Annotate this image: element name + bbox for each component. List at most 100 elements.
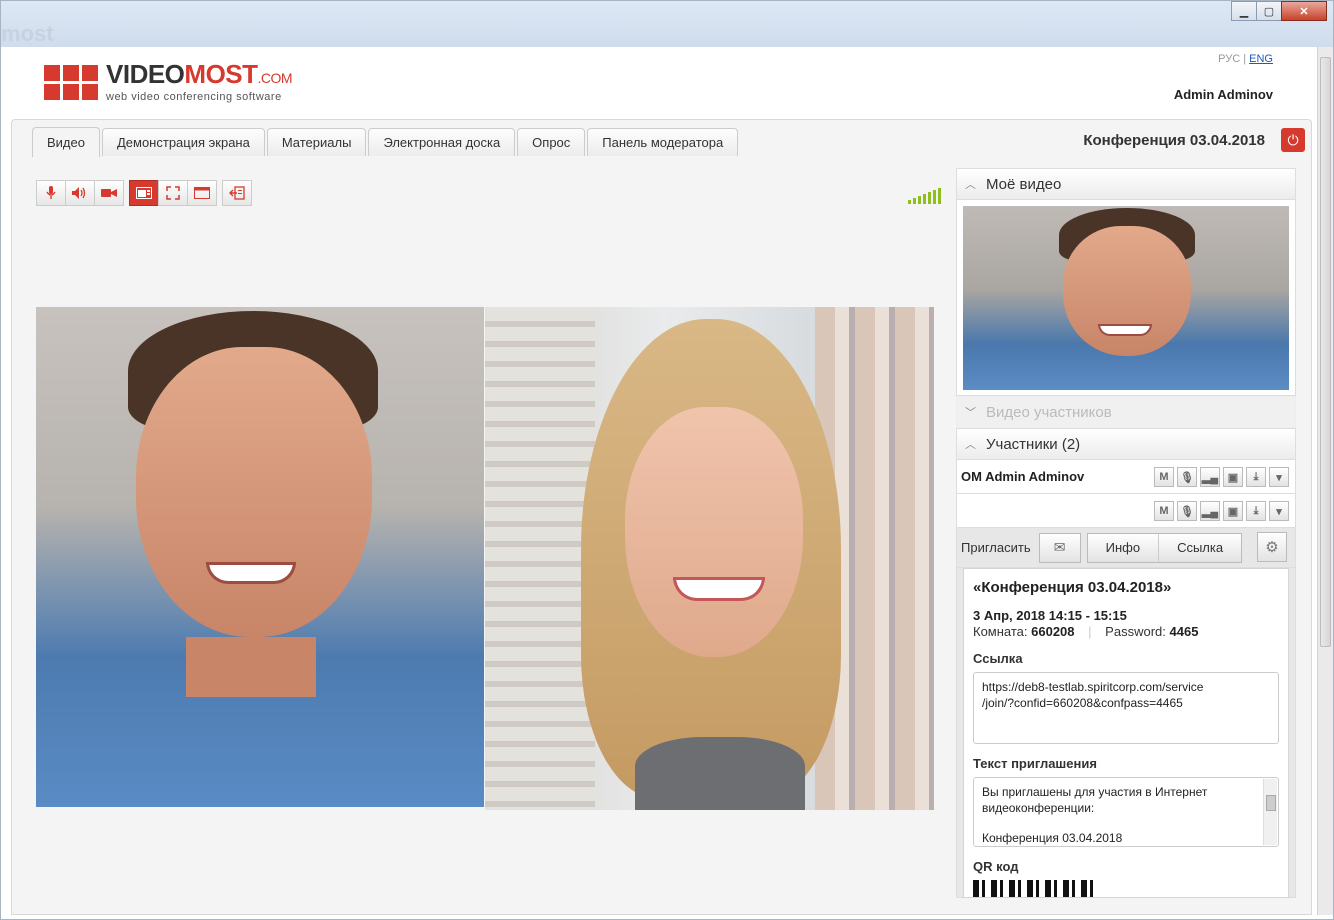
download-icon: ⤓ [1253,470,1259,483]
moderator-badge-button[interactable]: M [1154,467,1174,487]
participant-menu-button[interactable]: ▾ [1269,467,1289,487]
power-icon: ⏻ [1287,131,1299,148]
participants-title: Участники (2) [986,435,1081,453]
participant-name: OM Admin Adminov [961,469,1085,484]
invite-label: Пригласить [961,540,1031,555]
title-bar: most ▁ ▢ ✕ [1,1,1333,47]
room-label: Комната: [973,624,1028,639]
conference-info-panel: «Конференция 03.04.2018» 3 Апр, 2018 14:… [956,568,1296,898]
chevron-up-icon: ︿ [965,179,976,191]
fullscreen-button[interactable] [158,180,188,206]
info-conference-title: «Конференция 03.04.2018» [973,579,1172,596]
info-date: 3 Апр, 2018 14:15 - 15:15 [973,608,1127,623]
tab-materials[interactable]: Материалы [266,128,367,156]
participant-row[interactable]: M 🎙 ▂▄ ▣ ⤓ ▾ [956,494,1296,528]
main-tabs: Видео Демонстрация экрана Материалы Элек… [32,127,740,157]
window-title-ghost: most [1,21,54,46]
camera-button[interactable] [94,180,124,206]
close-window-button[interactable]: ✕ [1281,1,1327,21]
participant-signal-icon: ▂▄ [1200,467,1220,487]
caret-down-icon: ▾ [1276,471,1282,484]
media-toolbar [36,180,252,206]
signal-strength-icon [908,188,941,204]
language-switcher: РУС | ENG [1218,53,1273,65]
info-tab[interactable]: Инфо [1087,533,1159,562]
video-icon: ▣ [1227,505,1239,518]
invite-text-line: видеоконференции: [982,801,1095,815]
microphone-button[interactable] [36,180,66,206]
chevron-down-icon: ﹀ [965,407,976,419]
link-textarea[interactable]: https://deb8-testlab.spiritcorp.com/serv… [973,672,1279,744]
link-line: /join/?confid=660208&confpass=4465 [982,696,1183,710]
my-video-panel [956,200,1296,396]
layout-sidebar-button[interactable] [129,180,159,206]
participant-video-tile[interactable] [485,307,934,810]
invite-text-textarea[interactable]: Вы приглашены для участия в Интернет вид… [973,777,1279,847]
my-video-title: Моё видео [986,175,1062,193]
password-value: 4465 [1169,624,1199,639]
invite-settings-button[interactable]: ⚙ [1257,532,1287,562]
fullscreen-icon [166,186,180,200]
maximize-button[interactable]: ▢ [1256,1,1282,21]
participants-panel-header[interactable]: ︿ Участники (2) [956,428,1296,460]
tab-whiteboard[interactable]: Электронная доска [368,128,516,156]
video-grid [36,307,934,811]
participant-video-button[interactable]: ▣ [1223,467,1243,487]
participants-video-title: Видео участников [986,403,1112,421]
site-header: VIDEOMOST.COM web video conferencing sof… [11,47,1323,117]
invite-email-button[interactable]: ✉ [1038,532,1081,563]
conference-app: Видео Демонстрация экрана Материалы Элек… [11,119,1312,915]
leave-conference-button[interactable]: ⏻ [1281,128,1305,152]
video-icon: ▣ [1227,471,1239,484]
participant-signal-icon: ▂▄ [1200,501,1220,521]
tab-poll[interactable]: Опрос [517,128,586,156]
exit-conference-button[interactable] [222,180,252,206]
info-room-row: Комната: 660208 | Password: 4465 [973,624,1199,639]
conference-title: Конференция 03.04.2018 [1083,132,1265,149]
participant-download-button[interactable]: ⤓ [1246,501,1266,521]
invite-mode-toggle: Инфо Ссылка [1086,532,1243,563]
participant-mic-button[interactable]: 🎙 [1177,467,1197,487]
moderator-badge-button[interactable]: M [1154,501,1174,521]
right-sidebar: ︿ Моё видео ﹀ Видео участников ︿ Участни… [956,168,1296,916]
participant-video-button[interactable]: ▣ [1223,501,1243,521]
tab-moderator-panel[interactable]: Панель модератора [587,128,739,156]
link-line: https://deb8-testlab.spiritcorp.com/serv… [982,680,1204,694]
page-scrollbar[interactable] [1317,47,1333,915]
lang-separator: | [1243,53,1247,65]
microphone-icon [46,186,56,199]
app-window: most ▁ ▢ ✕ VIDEOMOST.COM web video confe… [0,0,1334,920]
chevron-up-icon: ︿ [965,439,976,451]
speaker-icon [72,187,86,199]
camera-icon [101,189,117,197]
self-video-preview[interactable] [963,206,1289,390]
participant-menu-button[interactable]: ▾ [1269,501,1289,521]
link-tab[interactable]: Ссылка [1158,533,1242,562]
layout-sidebar-icon [136,187,152,199]
participant-video-tile[interactable] [36,307,484,807]
qr-code-image [973,880,1099,897]
participant-download-button[interactable]: ⤓ [1246,467,1266,487]
download-icon: ⤓ [1253,504,1259,517]
invite-row: Пригласить ✉ Инфо Ссылка ⚙ [956,528,1296,568]
gear-icon: ⚙ [1265,539,1279,556]
logo-text-red: MOST [184,59,258,89]
tab-video[interactable]: Видео [32,127,100,157]
tab-screen-share[interactable]: Демонстрация экрана [101,128,265,156]
lang-rus-link[interactable]: РУС [1218,53,1240,65]
room-number: 660208 [1031,624,1075,639]
speaker-button[interactable] [65,180,95,206]
invite-text-scrollbar[interactable] [1263,779,1277,845]
lang-eng-link[interactable]: ENG [1249,53,1273,65]
user-name[interactable]: Admin Adminov [1174,87,1273,102]
participant-mic-button[interactable]: 🎙 [1177,501,1197,521]
window-icon [194,187,210,199]
participants-video-panel-header[interactable]: ﹀ Видео участников [956,396,1296,428]
window-mode-button[interactable] [187,180,217,206]
logo[interactable]: VIDEOMOST.COM web video conferencing sof… [44,59,293,103]
logo-domain: .COM [257,70,293,86]
participant-row[interactable]: OM Admin Adminov M 🎙 ▂▄ ▣ ⤓ ▾ [956,460,1296,494]
minimize-button[interactable]: ▁ [1231,1,1257,21]
window-controls: ▁ ▢ ✕ [1231,1,1327,21]
my-video-panel-header[interactable]: ︿ Моё видео [956,168,1296,200]
